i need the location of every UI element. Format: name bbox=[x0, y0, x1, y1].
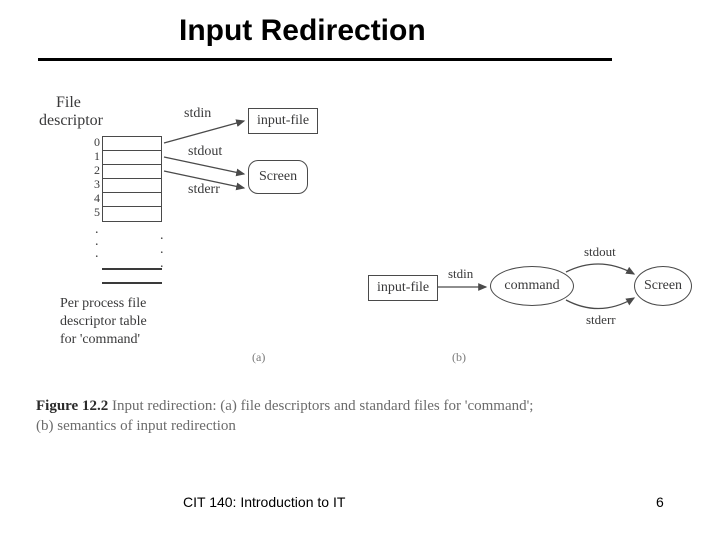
stdin-label-b: stdin bbox=[448, 266, 473, 282]
title: Input Redirection bbox=[179, 14, 426, 48]
file-descriptor-label-bottom: descriptor bbox=[39, 112, 103, 130]
footer-page: 6 bbox=[656, 494, 664, 510]
stdout-label-a: stdout bbox=[188, 144, 222, 160]
fd-num-0: 0 bbox=[86, 135, 100, 149]
caption-a-1: Per process file bbox=[60, 296, 146, 312]
dot: . bbox=[95, 226, 99, 234]
fd-num-2: 2 bbox=[86, 163, 100, 177]
title-rule bbox=[38, 58, 612, 61]
input-file-node-b: input-file bbox=[368, 275, 438, 301]
fd-num-3: 3 bbox=[86, 177, 100, 191]
dot: . bbox=[160, 260, 164, 268]
fd-table-top bbox=[102, 136, 162, 222]
dot: . bbox=[160, 246, 164, 254]
fd-number-col: 0 1 2 3 4 5 bbox=[86, 135, 100, 219]
sublabel-a: (a) bbox=[252, 350, 265, 365]
input-file-node-a: input-file bbox=[248, 108, 318, 134]
fd-num-4: 4 bbox=[86, 191, 100, 205]
command-node-b-text: command bbox=[504, 278, 559, 294]
figure-text-2: (b) semantics of input redirection bbox=[36, 418, 236, 435]
caption-a-3: for 'command' bbox=[60, 332, 140, 348]
command-node-b: command bbox=[490, 266, 574, 306]
dot: . bbox=[160, 232, 164, 240]
footer-course: CIT 140: Introduction to IT bbox=[183, 494, 345, 510]
fd-table-bottom bbox=[102, 268, 162, 284]
fd-num-5: 5 bbox=[86, 205, 100, 219]
caption-a-2: descriptor table bbox=[60, 314, 147, 330]
stdin-label-a: stdin bbox=[184, 106, 211, 122]
dot: . bbox=[95, 250, 99, 258]
screen-node-b: Screen bbox=[634, 266, 692, 306]
figure-text-1: Input redirection: (a) file descriptors … bbox=[108, 398, 533, 414]
screen-node-b-text: Screen bbox=[644, 278, 682, 294]
stderr-label-b: stderr bbox=[586, 312, 616, 328]
fd-num-1: 1 bbox=[86, 149, 100, 163]
sublabel-b: (b) bbox=[452, 350, 466, 365]
stdout-label-b: stdout bbox=[584, 244, 616, 260]
stderr-label-a: stderr bbox=[188, 182, 220, 198]
file-descriptor-label-top: File bbox=[56, 94, 81, 112]
dot: . bbox=[95, 238, 99, 246]
figure-number: Figure 12.2 bbox=[36, 398, 108, 414]
screen-node-a: Screen bbox=[248, 160, 308, 194]
